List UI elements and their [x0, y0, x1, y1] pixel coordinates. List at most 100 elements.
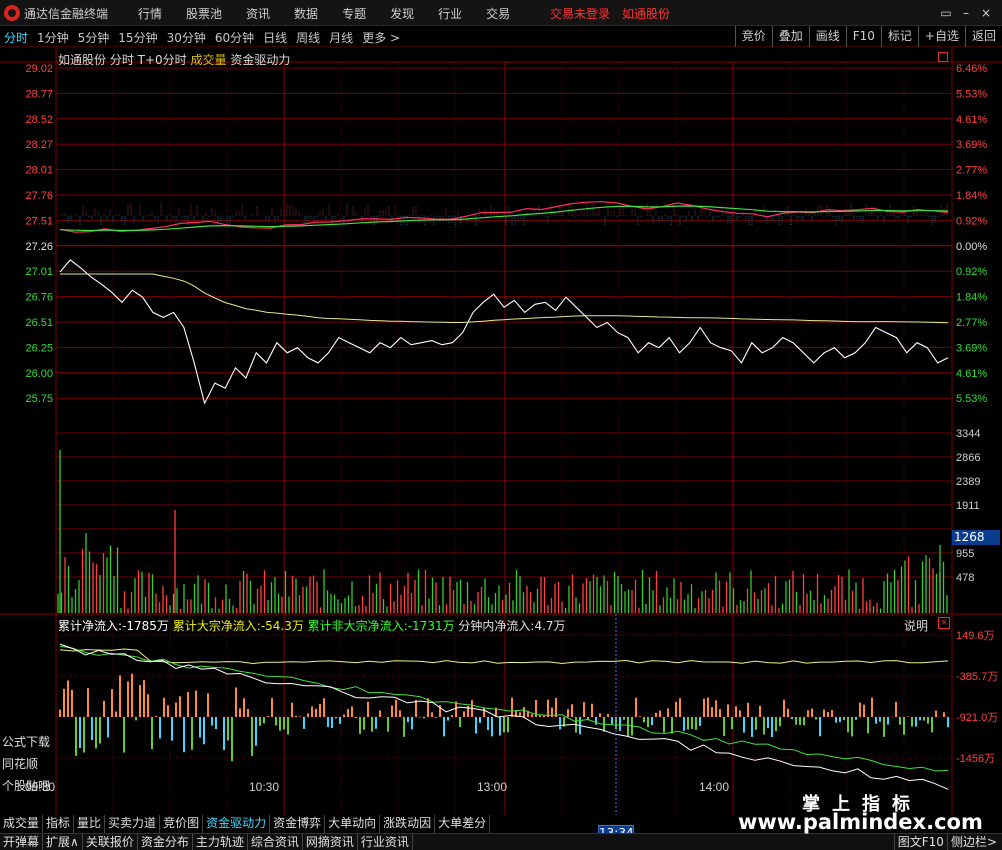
add-watchlist-button[interactable]: +自选 — [917, 26, 965, 47]
tab-main-force-track[interactable]: 主力轨迹 — [193, 834, 248, 850]
main-chart-close-icon[interactable] — [938, 52, 948, 62]
sidebar-toggle-button[interactable]: 侧边栏> — [946, 834, 1000, 850]
price-tick-label: 26.00 — [25, 368, 53, 380]
tab-volume-ratio[interactable]: 量比 — [74, 815, 106, 833]
block-net-inflow: 累计大宗净流入:-54.3万 — [172, 619, 304, 633]
tab-danmaku[interactable]: 开弹幕 — [0, 834, 44, 850]
price-tick-label: 26.25 — [25, 342, 53, 354]
menu-item-discover[interactable]: 发现 — [390, 5, 414, 22]
volume-tick-label: 3344 — [956, 428, 980, 440]
app-title: 通达信金融终端 — [24, 7, 109, 21]
menu-item-data[interactable]: 数据 — [294, 5, 318, 22]
period-toolbar: 分时 1分钟 5分钟 15分钟 30分钟 60分钟 日线 周线 月线 更多 > … — [0, 26, 1002, 47]
volume-indicator-label[interactable]: 成交量 — [191, 53, 227, 67]
tab-volume[interactable]: 成交量 — [0, 815, 44, 833]
main-chart-info: 如通股份 分时 T+0分时 成交量 资金驱动力 — [58, 51, 290, 68]
tab-capital-drive[interactable]: 资金驱动力 — [203, 815, 271, 833]
period-intraday[interactable]: 分时 — [4, 29, 28, 46]
tab-big-order-diff[interactable]: 大单差分 — [435, 815, 491, 833]
period-weekly[interactable]: 周线 — [296, 29, 320, 46]
tab-price-drivers[interactable]: 涨跌动因 — [380, 815, 436, 833]
price-tick-label: 28.52 — [25, 114, 53, 126]
menu-item-topics[interactable]: 专题 — [342, 5, 366, 22]
bottom-right-buttons: 图文F10 侧边栏> — [893, 834, 1000, 850]
restore-icon[interactable]: ▭ — [936, 4, 956, 22]
tab-big-order-trend[interactable]: 大单动向 — [325, 815, 381, 833]
chart-tool-buttons: 竞价 叠加 画线 F10 标记 +自选 返回 — [734, 26, 1002, 47]
close-icon[interactable]: × — [976, 4, 996, 22]
time-tick-label: 10:30 — [249, 780, 279, 794]
drive-line-green — [59, 205, 949, 232]
flow-tick-label: 149.6万 — [956, 630, 995, 642]
period-monthly[interactable]: 月线 — [329, 29, 353, 46]
mark-button[interactable]: 标记 — [880, 26, 918, 47]
graphic-f10-button[interactable]: 图文F10 — [893, 834, 947, 850]
sub-chart-close-icon[interactable]: × — [938, 617, 950, 629]
period-daily[interactable]: 日线 — [263, 29, 287, 46]
side-link-formula-download[interactable]: 公式下载 — [2, 731, 56, 753]
menu-item-industry[interactable]: 行业 — [438, 5, 462, 22]
price-tick-label: 29.02 — [25, 63, 53, 75]
price-tick-label: 25.75 — [25, 393, 53, 405]
volume-tick-label: 2389 — [956, 476, 980, 488]
period-5min[interactable]: 5分钟 — [78, 29, 110, 46]
price-line — [59, 259, 949, 405]
chart-mode-label: 分时 T+0分时 — [109, 53, 187, 67]
period-60min[interactable]: 60分钟 — [215, 29, 254, 46]
nonblock-net-inflow: 累计非大宗净流入:-1731万 — [307, 619, 455, 633]
tab-buy-sell-force[interactable]: 买卖力道 — [105, 815, 161, 833]
minimize-icon[interactable]: – — [956, 4, 976, 22]
capital-indicator-label[interactable]: 资金驱动力 — [230, 53, 290, 67]
auction-button[interactable]: 竞价 — [734, 26, 772, 47]
draw-line-button[interactable]: 画线 — [808, 26, 846, 47]
tab-indicator[interactable]: 指标 — [43, 815, 75, 833]
minute-net-inflow: 分钟内净流入:4.7万 — [458, 619, 566, 633]
current-volume-box: 1268 — [952, 530, 1000, 545]
back-button[interactable]: 返回 — [964, 26, 1002, 47]
f10-button[interactable]: F10 — [845, 26, 881, 47]
tab-expand[interactable]: 扩展∧ — [43, 834, 83, 850]
price-tick-label: 26.76 — [25, 292, 53, 304]
menu-item-stock-pool[interactable]: 股票池 — [186, 5, 222, 22]
period-15min[interactable]: 15分钟 — [118, 29, 157, 46]
flow-info: 累计净流入:-1785万 累计大宗净流入:-54.3万 累计非大宗净流入:-17… — [58, 617, 566, 634]
tab-industry-news[interactable]: 行业资讯 — [358, 834, 413, 850]
price-tick-label: 28.27 — [25, 139, 53, 151]
average-price-line — [60, 273, 949, 324]
flow-tick-label: -1456万 — [956, 753, 995, 765]
tab-capital-game[interactable]: 资金博弈 — [270, 815, 326, 833]
tab-auction-chart[interactable]: 竞价图 — [160, 815, 204, 833]
menu-item-quotes[interactable]: 行情 — [138, 5, 162, 22]
overlay-button[interactable]: 叠加 — [771, 26, 809, 47]
period-30min[interactable]: 30分钟 — [167, 29, 206, 46]
nonblock-flow-line — [59, 645, 949, 772]
pct-tick-label: 5.53% — [956, 393, 987, 405]
side-link-tonghuashun[interactable]: 同花顺 — [2, 753, 56, 775]
pct-tick-label: 6.46% — [956, 63, 987, 75]
tab-web-news[interactable]: 网摘资讯 — [303, 834, 358, 850]
time-tick-label: 14:00 — [699, 780, 729, 794]
menu-item-trade[interactable]: 交易 — [486, 5, 510, 22]
chart-stock-name: 如通股份 — [58, 53, 107, 67]
tab-general-news[interactable]: 综合资讯 — [248, 834, 303, 850]
pct-tick-label: 3.69% — [956, 342, 987, 354]
period-tabs: 分时 1分钟 5分钟 15分钟 30分钟 60分钟 日线 周线 月线 更多 > — [4, 29, 409, 46]
total-flow-line — [59, 643, 949, 790]
window-controls: ▭ – × — [936, 4, 996, 22]
intraday-chart[interactable]: 29.02 28.77 28.52 28.27 28.01 27.76 27.51 27.26… — [0, 47, 1002, 815]
tab-related-quotes[interactable]: 关联报价 — [83, 834, 138, 850]
menu-item-news[interactable]: 资讯 — [246, 5, 270, 22]
main-menu: 行情 股票池 资讯 数据 专题 发现 行业 交易 — [138, 5, 534, 22]
pct-tick-label: 1.84% — [956, 190, 987, 202]
trade-login-status[interactable]: 交易未登录 — [550, 5, 610, 22]
side-link-stock-forum[interactable]: 个股贴吧 — [2, 775, 56, 797]
explain-button[interactable]: 说明 — [904, 617, 928, 634]
pct-tick-label: 2.77% — [956, 165, 987, 177]
period-more[interactable]: 更多 > — [362, 29, 400, 46]
pct-tick-label: 4.61% — [956, 368, 987, 380]
tab-capital-distribution[interactable]: 资金分布 — [138, 834, 193, 850]
pct-tick-label: 2.77% — [956, 317, 987, 329]
pct-tick-label: 5.53% — [956, 88, 987, 100]
period-1min[interactable]: 1分钟 — [37, 29, 69, 46]
bottom-function-tabs: 开弹幕 扩展∧ 关联报价 资金分布 主力轨迹 综合资讯 网摘资讯 行业资讯 图文… — [0, 833, 1002, 850]
